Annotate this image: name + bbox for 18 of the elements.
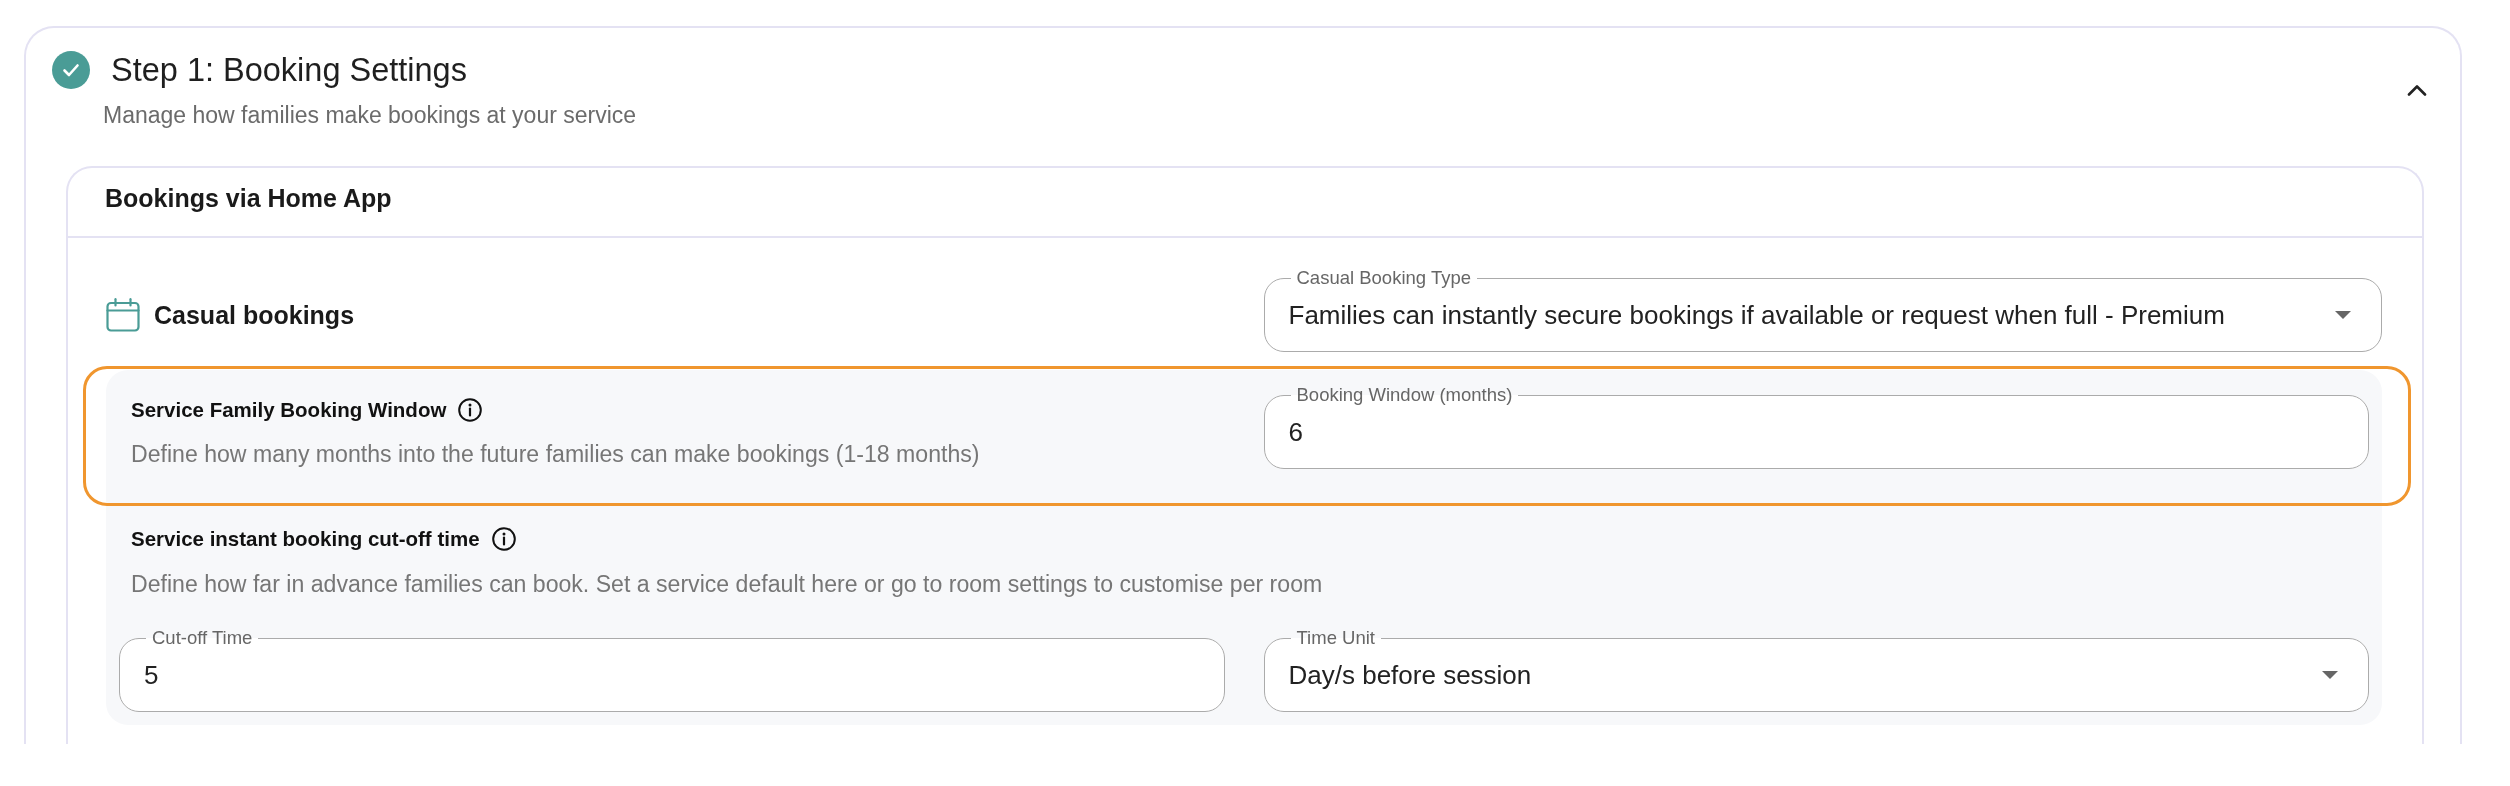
input-field[interactable]: Cut-off Time 5 bbox=[119, 628, 1225, 712]
calendar-icon bbox=[106, 298, 140, 332]
chevron-up-icon[interactable] bbox=[2407, 84, 2427, 96]
input-field[interactable]: Booking Window (months) 6 bbox=[1263, 385, 2369, 469]
setting-description: Define how far in advance families can book. Set a service default here or go to room settings to customise per room bbox=[131, 570, 1324, 598]
select-field[interactable]: Casual Booking Type Families can instantly secure bookings if available or request when full - Premium bbox=[1263, 268, 2382, 352]
step-subtitle: Manage how families make bookings at your service bbox=[103, 101, 637, 129]
step-title: Step 1: Booking Settings bbox=[111, 51, 467, 89]
select-field[interactable]: Time Unit Day/s before session bbox=[1263, 628, 2369, 712]
setting-title: Service Family Booking Window bbox=[131, 398, 447, 422]
caret-icon[interactable] bbox=[2335, 311, 2351, 319]
info-icon[interactable] bbox=[458, 398, 483, 422]
section-title: Bookings via Home App bbox=[105, 183, 392, 213]
caret-icon[interactable] bbox=[2322, 671, 2338, 679]
info-icon[interactable] bbox=[491, 527, 516, 551]
setting-title: Service instant booking cut-off time bbox=[131, 527, 480, 551]
casual-bookings-label: Casual bookings bbox=[154, 300, 355, 330]
setting-description: Define how many months into the future families can make bookings (1-18 months) bbox=[131, 440, 981, 468]
